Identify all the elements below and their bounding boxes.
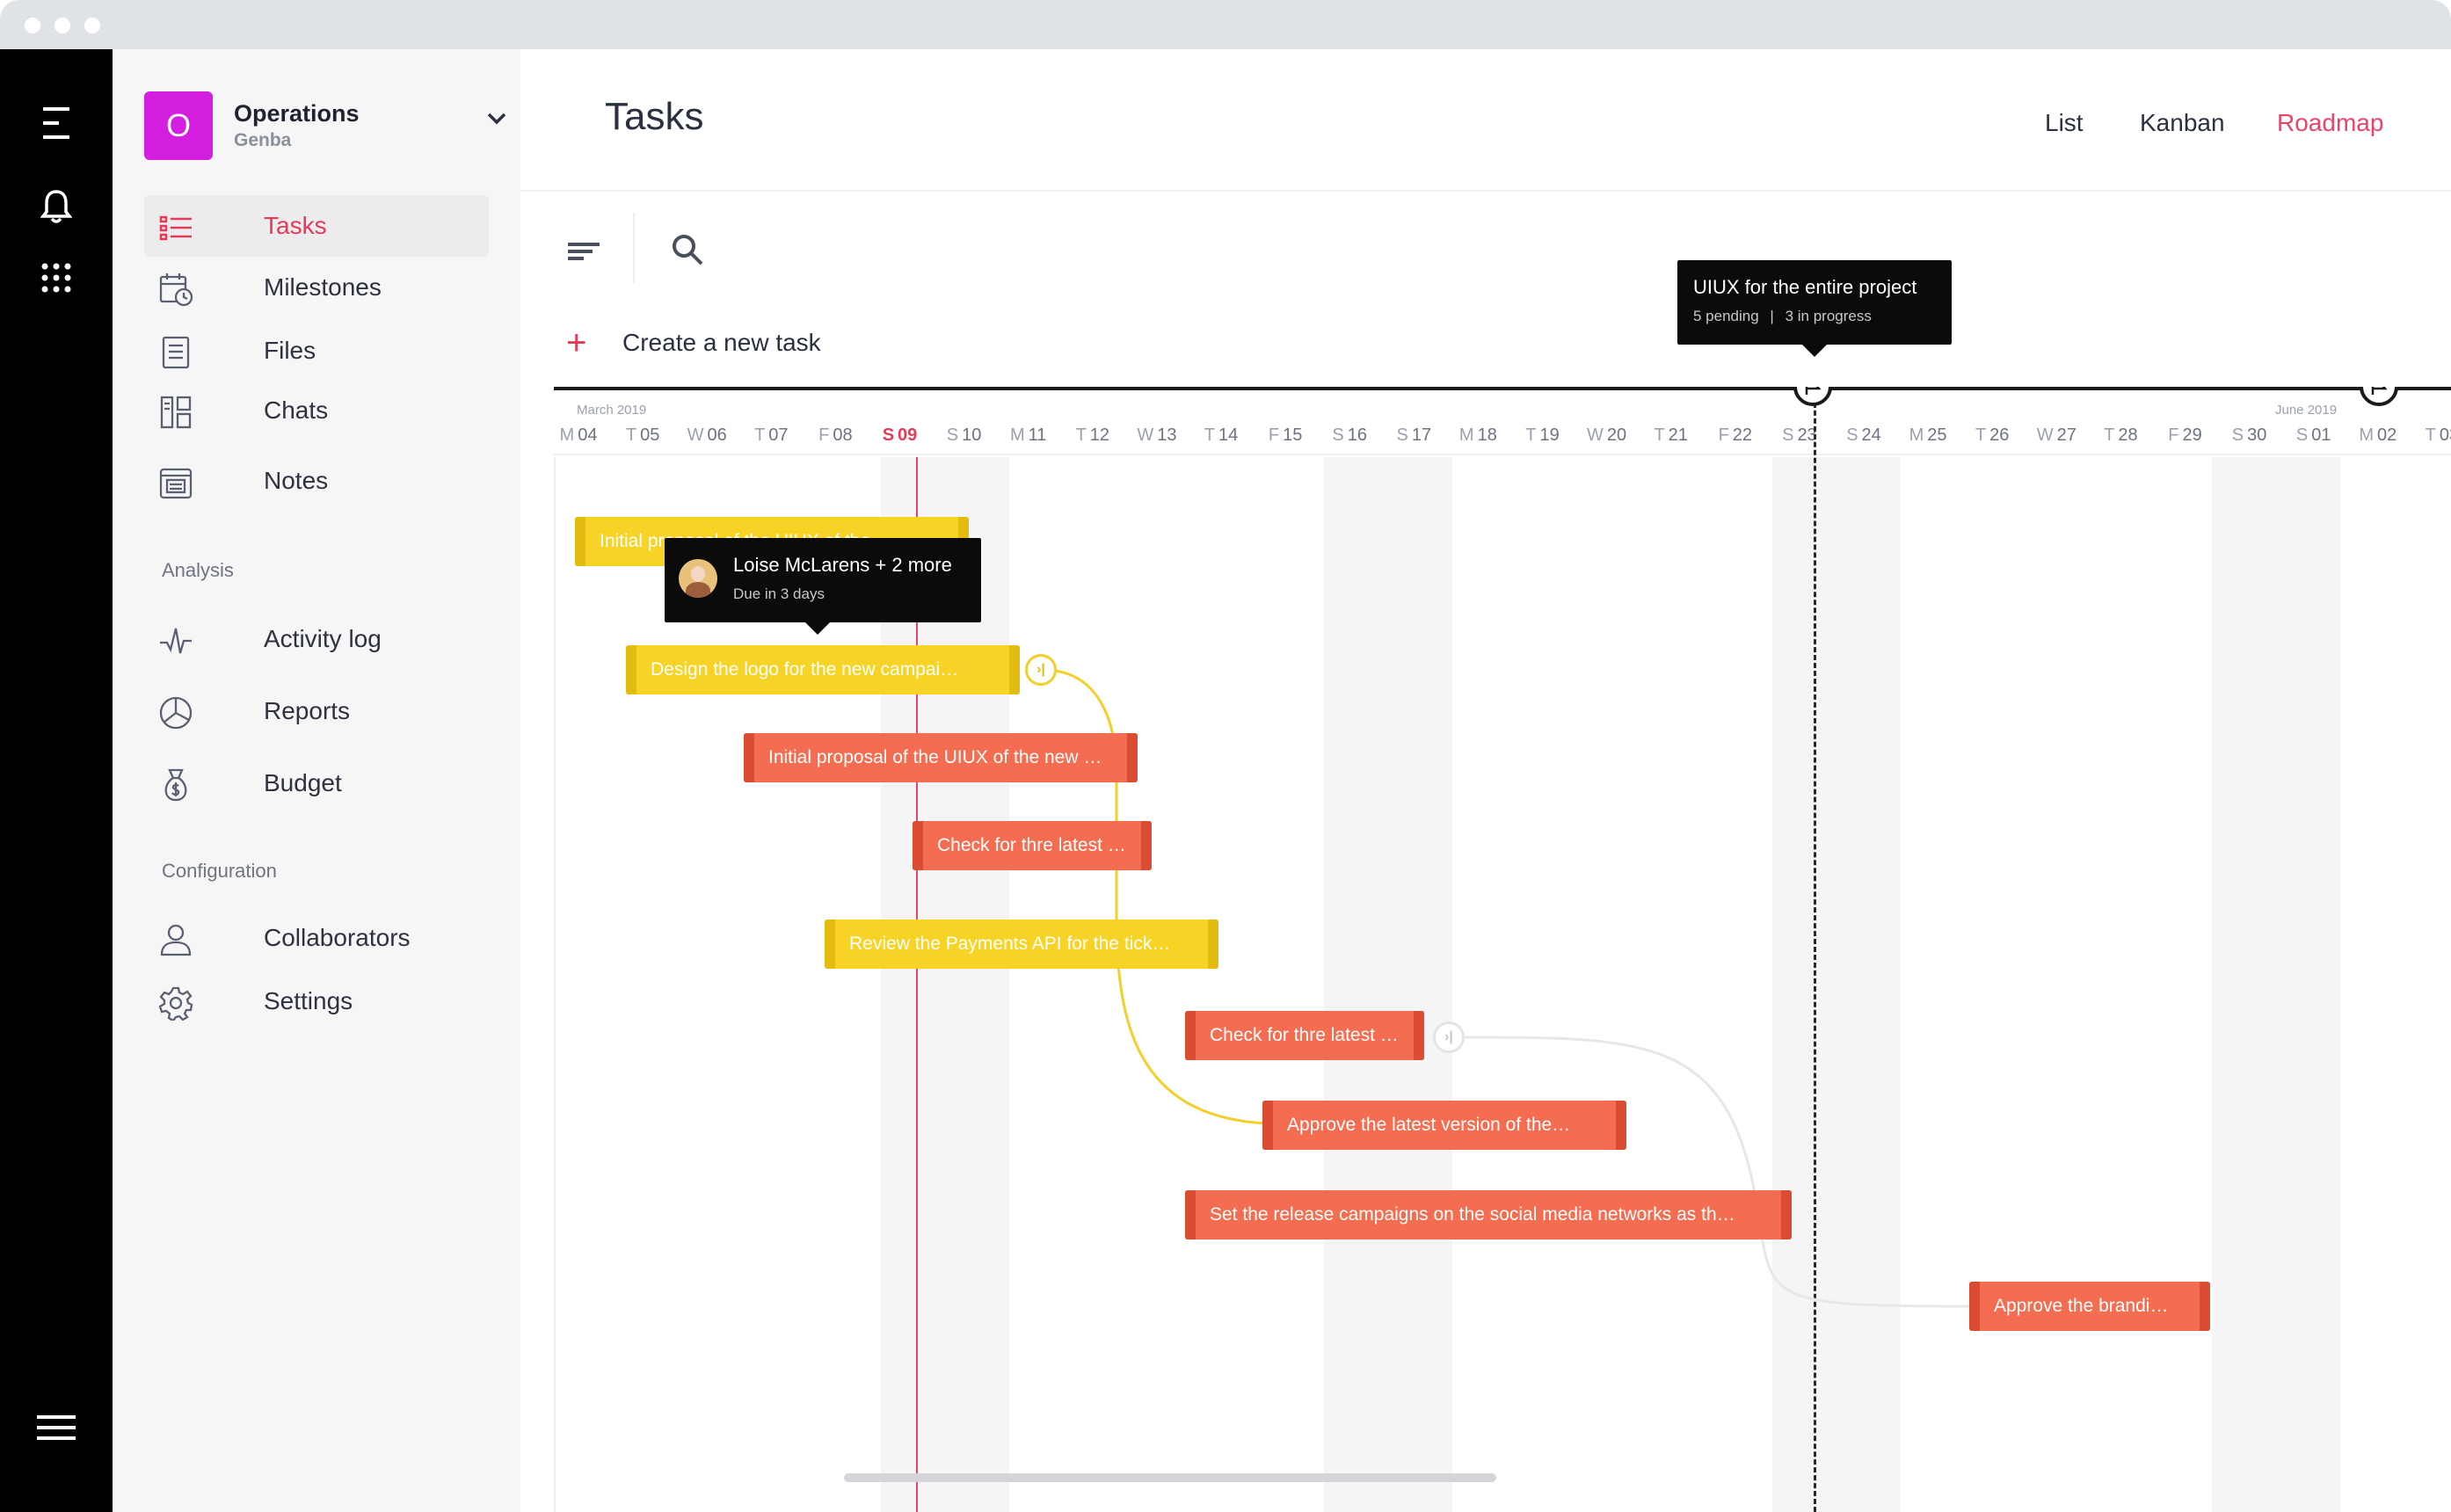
avatar (679, 559, 717, 598)
task-label: Check for thre latest … (1210, 1025, 1399, 1045)
create-task-label: Create a new task (622, 329, 821, 356)
flag-icon (2371, 387, 2388, 395)
task-label: Set the release campaigns on the social … (1210, 1204, 1735, 1225)
money-bag-icon (164, 768, 187, 802)
in-progress-count: 3 in progress (1785, 308, 1872, 324)
sidebar-item-label: Chats (264, 396, 329, 424)
tooltip-subtitle: 5 pending | 3 in progress (1693, 308, 1872, 325)
grid-dots-icon (41, 263, 71, 293)
tab-roadmap[interactable]: Roadmap (2277, 109, 2383, 137)
toolbar-divider (633, 213, 635, 283)
assignee-tooltip: Loise McLarens + 2 more Due in 3 days (665, 538, 981, 635)
task-bar[interactable]: Check for thre latest … (1185, 1011, 1424, 1060)
task-bar[interactable]: Approve the brandi… (1969, 1282, 2210, 1331)
task-bar[interactable]: Design the logo for the new campai… (626, 645, 1020, 694)
header-divider (520, 190, 2451, 192)
sidebar-item-notes[interactable]: Notes (144, 450, 489, 512)
hamburger-icon (37, 1415, 76, 1440)
task-label: Design the logo for the new campai… (651, 659, 959, 680)
task-bar[interactable]: Approve the latest version of the… (1262, 1101, 1626, 1150)
window-minimize-dot[interactable] (55, 18, 70, 33)
tooltip-title: Loise McLarens + 2 more (733, 554, 952, 576)
chat-panels-icon (160, 396, 192, 429)
tooltip-separator: | (1770, 308, 1774, 324)
page-title: Tasks (605, 95, 704, 138)
window-maximize-dot[interactable] (84, 18, 100, 33)
pending-count: 5 pending (1693, 308, 1759, 324)
sidebar-item-label: Tasks (264, 212, 327, 239)
search-icon[interactable] (663, 225, 712, 274)
roadmap-timeline: March 2019 June 2019 M 04 T 05 W 06 T 07 F 08 S 09 S… (554, 387, 2451, 1512)
sidebar-item-label: Notes (264, 467, 329, 494)
user-icon (160, 924, 192, 956)
sidebar-item-collaborators[interactable]: Collaborators (144, 907, 489, 969)
section-heading-configuration: Configuration (162, 860, 277, 882)
horizontal-scrollbar[interactable] (844, 1473, 1496, 1482)
tab-kanban[interactable]: Kanban (2140, 109, 2225, 137)
link-handle-icon[interactable]: ›| (1433, 1021, 1465, 1053)
document-icon (162, 336, 190, 369)
sidebar-item-settings[interactable]: Settings (144, 970, 489, 1032)
task-label: Initial proposal of the UIUX of the new … (768, 747, 1102, 767)
tab-list[interactable]: List (2045, 109, 2084, 137)
workspace-name: Operations (234, 100, 360, 127)
gear-icon (158, 986, 193, 1021)
workspace-avatar: O (144, 91, 213, 160)
sidebar-item-label: Settings (264, 987, 353, 1014)
pulse-icon (160, 628, 192, 654)
sidebar-item-label: Collaborators (264, 924, 411, 951)
task-label: Review the Payments API for the tick… (849, 934, 1171, 954)
window-close-dot[interactable] (25, 18, 40, 33)
task-label: Check for thre latest … (937, 835, 1126, 855)
tooltip-subtitle: Due in 3 days (733, 585, 825, 602)
menu-toggle-button[interactable] (30, 97, 83, 149)
sidebar-item-activity-log[interactable]: Activity log (144, 608, 489, 670)
workspace-switcher[interactable]: O Operations Genba (144, 91, 506, 162)
sidebar-item-label: Activity log (264, 625, 382, 652)
sidebar-item-budget[interactable]: Budget (144, 752, 489, 814)
flag-icon (1805, 387, 1822, 395)
plus-icon: + (566, 323, 587, 362)
sidebar-item-label: Reports (264, 697, 351, 724)
sidebar-item-label: Budget (264, 769, 342, 796)
sidebar-item-label: Milestones (264, 273, 382, 301)
task-bar[interactable]: Review the Payments API for the tick… (825, 920, 1218, 969)
link-handle-icon[interactable]: ›| (1025, 654, 1057, 686)
create-task-button[interactable]: + Create a new task (566, 325, 821, 360)
menu-lines-icon (43, 107, 69, 139)
list-icon (159, 215, 192, 241)
sidebar-item-tasks[interactable]: Tasks (144, 195, 489, 257)
apps-button[interactable] (30, 251, 83, 304)
hamburger-menu-button[interactable] (30, 1401, 83, 1454)
task-label: Approve the latest version of the… (1287, 1115, 1571, 1135)
chevron-down-icon[interactable] (485, 111, 508, 127)
bell-icon (40, 190, 72, 223)
milestone-tooltip: UIUX for the entire project 5 pending | … (1677, 260, 1952, 357)
sidebar: O Operations Genba Tasks Milestones File… (113, 49, 520, 1512)
window-titlebar (0, 0, 2451, 49)
sidebar-item-files[interactable]: Files (144, 320, 489, 382)
calendar-clock-icon (159, 273, 193, 307)
sidebar-item-label: Files (264, 337, 316, 364)
sidebar-item-milestones[interactable]: Milestones (144, 257, 489, 318)
tooltip-title: UIUX for the entire project (1693, 276, 1917, 298)
pie-chart-icon (159, 696, 193, 730)
notes-icon (159, 468, 193, 499)
sort-lines-icon[interactable] (559, 225, 608, 274)
workspace-subtitle: Genba (234, 130, 292, 150)
task-bar[interactable]: Initial proposal of the UIUX of the new … (744, 733, 1138, 782)
task-bar[interactable]: Set the release campaigns on the social … (1185, 1190, 1792, 1239)
sidebar-item-chats[interactable]: Chats (144, 380, 489, 441)
sidebar-item-reports[interactable]: Reports (144, 680, 489, 742)
task-label: Approve the brandi… (1994, 1296, 2169, 1316)
notifications-button[interactable] (30, 179, 83, 232)
app-rail (0, 49, 113, 1512)
section-heading-analysis: Analysis (162, 559, 234, 581)
task-bar[interactable]: Check for thre latest … (913, 821, 1152, 870)
